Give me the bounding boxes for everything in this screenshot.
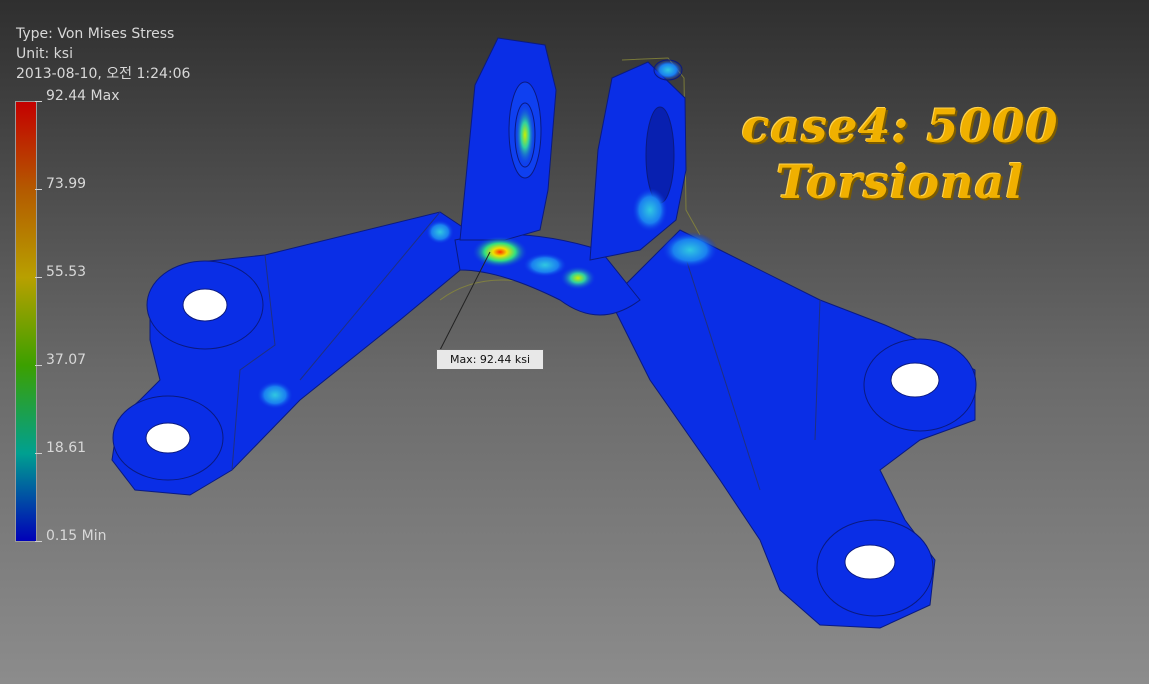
legend-tick bbox=[35, 101, 42, 102]
right-ear bbox=[589, 59, 687, 261]
graphics-viewport[interactable]: Type: Von Mises Stress Unit: ksi 2013-08… bbox=[0, 0, 1149, 684]
left-ear bbox=[459, 37, 557, 241]
result-unit: Unit: ksi bbox=[16, 46, 73, 62]
legend-label: 73.99 bbox=[46, 176, 87, 192]
legend-tick bbox=[35, 277, 42, 278]
legend-label: 18.61 bbox=[46, 440, 87, 456]
legend-tick bbox=[35, 189, 42, 190]
legend-label: 37.07 bbox=[46, 352, 87, 368]
legend-color-bar bbox=[15, 101, 37, 542]
legend-tick bbox=[35, 365, 42, 366]
case-title: case4: 5000 Torsional bbox=[700, 98, 1100, 210]
case-title-line1: case4: 5000 bbox=[741, 99, 1059, 153]
right-lower-boss bbox=[816, 519, 934, 617]
left-upper-boss bbox=[146, 260, 264, 350]
max-value-probe[interactable]: Max: 92.44 ksi bbox=[436, 349, 544, 370]
legend-label-max: 92.44 Max bbox=[46, 88, 120, 104]
legend-label: 55.53 bbox=[46, 264, 87, 280]
result-timestamp: 2013-08-10, 오전 1:24:06 bbox=[16, 66, 191, 82]
color-legend bbox=[15, 101, 42, 542]
legend-label-min: 0.15 Min bbox=[46, 528, 107, 544]
result-info: Type: Von Mises Stress Unit: ksi 2013-08… bbox=[16, 24, 190, 84]
left-lower-boss bbox=[112, 395, 224, 481]
legend-tick bbox=[35, 541, 42, 542]
case-title-line2: Torsional bbox=[776, 155, 1024, 209]
legend-tick bbox=[35, 453, 42, 454]
result-type: Type: Von Mises Stress bbox=[16, 26, 175, 42]
right-upper-boss bbox=[863, 338, 977, 432]
